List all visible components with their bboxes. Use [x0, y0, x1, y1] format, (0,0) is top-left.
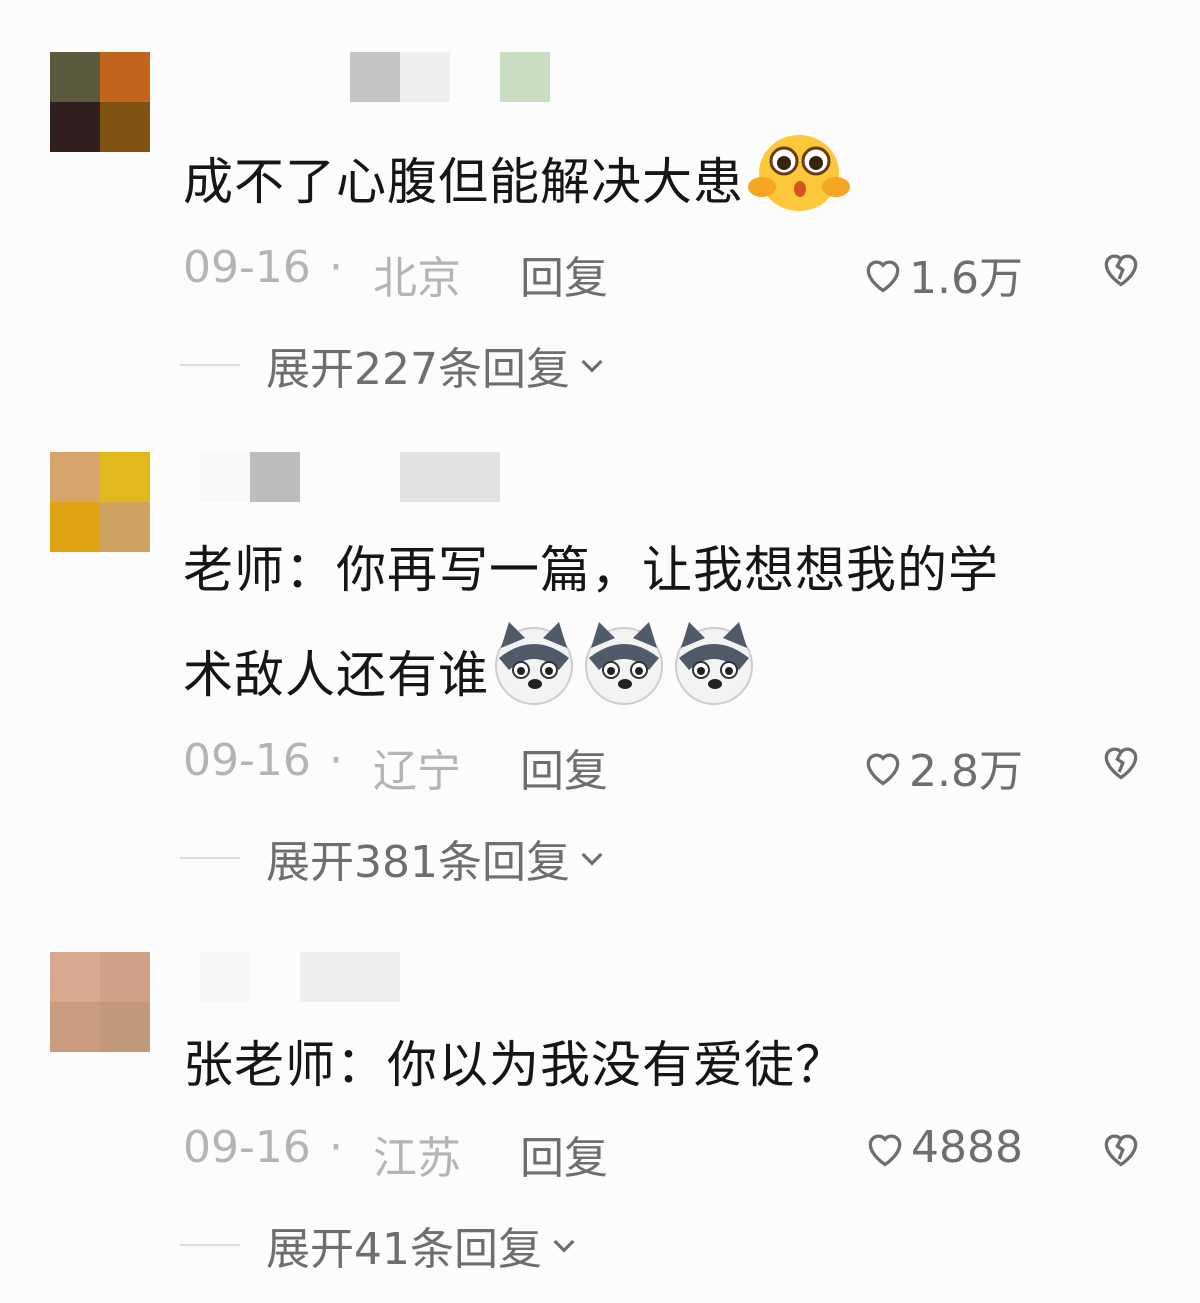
redacted-block [350, 52, 400, 102]
reply-button[interactable]: 回复 [520, 242, 608, 306]
dog-face-icon [579, 618, 669, 739]
like-button[interactable]: 4888 [863, 1122, 1023, 1173]
avatar[interactable] [50, 52, 150, 152]
expand-replies-button[interactable]: 展开227条回复 [180, 335, 608, 395]
comment-text-line: 老师：你再写一篇，让我想想我的学 [183, 541, 999, 599]
avatar-pixel [50, 1002, 100, 1052]
divider-line [180, 857, 240, 859]
avatar-pixel [100, 1002, 150, 1052]
comment-meta: 09-16 · 江苏 回复 4888 [183, 1122, 1143, 1184]
divider-line [180, 1244, 240, 1246]
avatar[interactable] [50, 452, 150, 552]
expand-replies-button[interactable]: 展开41条回复 [180, 1215, 580, 1275]
separator-dot: · [329, 735, 343, 786]
reply-button[interactable]: 回复 [520, 1122, 608, 1186]
comment-date: 09-16 [183, 735, 311, 786]
redacted-block [200, 452, 250, 502]
avatar-pixel [100, 52, 150, 102]
comment-location: 北京 [373, 253, 461, 304]
like-count: 1.6万 [909, 253, 1023, 304]
expand-replies-label: 展开41条回复 [266, 1224, 542, 1275]
avatar-pixel [50, 102, 100, 152]
avatar-pixel [100, 952, 150, 1002]
avatar-pixel [50, 52, 100, 102]
dog-face-icon [489, 618, 579, 739]
heart-icon [866, 260, 900, 293]
broken-heart-icon[interactable] [1099, 739, 1143, 783]
expand-replies-label: 展开381条回复 [266, 837, 570, 888]
comment-text: 成不了心腹但能解决大患 [183, 125, 1163, 246]
avatar-pixel [100, 452, 150, 502]
like-count: 4888 [911, 1122, 1023, 1173]
redacted-block [250, 452, 300, 502]
comment-meta: 09-16 · 辽宁 回复 2.8万 [183, 735, 1143, 797]
comment-text-line: 术敌人还有谁 [183, 618, 1163, 739]
avatar-pixel [50, 502, 100, 552]
like-button[interactable]: 2.8万 [861, 735, 1023, 799]
chevron-down-icon [581, 852, 603, 866]
broken-heart-icon[interactable] [1099, 246, 1143, 290]
comment-text: 老师：你再写一篇，让我想想我的学 术敌人还有谁 [183, 523, 1163, 739]
comment-text-content: 成不了心腹但能解决大患 [183, 153, 744, 211]
expand-replies-button[interactable]: 展开381条回复 [180, 828, 608, 888]
expand-replies-label: 展开227条回复 [266, 344, 570, 395]
avatar[interactable] [50, 952, 150, 1052]
comment-text-content: 张老师：你以为我没有爱徒？ [183, 1036, 846, 1094]
divider-line [180, 364, 240, 366]
redacted-block [500, 52, 550, 102]
redacted-block [300, 952, 400, 1002]
avatar-pixel [50, 952, 100, 1002]
avatar-pixel [100, 102, 150, 152]
reply-button[interactable]: 回复 [520, 735, 608, 799]
comment-date: 09-16 [183, 1122, 311, 1173]
like-count: 2.8万 [909, 746, 1023, 797]
comment-location: 辽宁 [373, 746, 461, 797]
dog-face-icon [669, 618, 759, 739]
avatar-pixel [100, 502, 150, 552]
comment-location: 江苏 [373, 1133, 461, 1184]
comment-date: 09-16 [183, 242, 311, 293]
redacted-block [200, 952, 250, 1002]
avatar-pixel [50, 452, 100, 502]
like-button[interactable]: 1.6万 [861, 242, 1023, 306]
separator-dot: · [329, 242, 343, 293]
redacted-block [400, 452, 500, 502]
redacted-block [400, 52, 450, 102]
heart-icon [866, 753, 900, 786]
chevron-down-icon [553, 1239, 575, 1253]
comment-meta: 09-16 · 北京 回复 1.6万 [183, 242, 1143, 304]
heart-icon [868, 1134, 902, 1166]
comment-text: 张老师：你以为我没有爱徒？ [183, 1018, 1163, 1113]
comment-text-content: 术敌人还有谁 [183, 646, 489, 704]
crying-face-icon [744, 125, 854, 246]
broken-heart-icon[interactable] [1099, 1126, 1143, 1170]
chevron-down-icon [581, 359, 603, 373]
separator-dot: · [329, 1122, 343, 1173]
